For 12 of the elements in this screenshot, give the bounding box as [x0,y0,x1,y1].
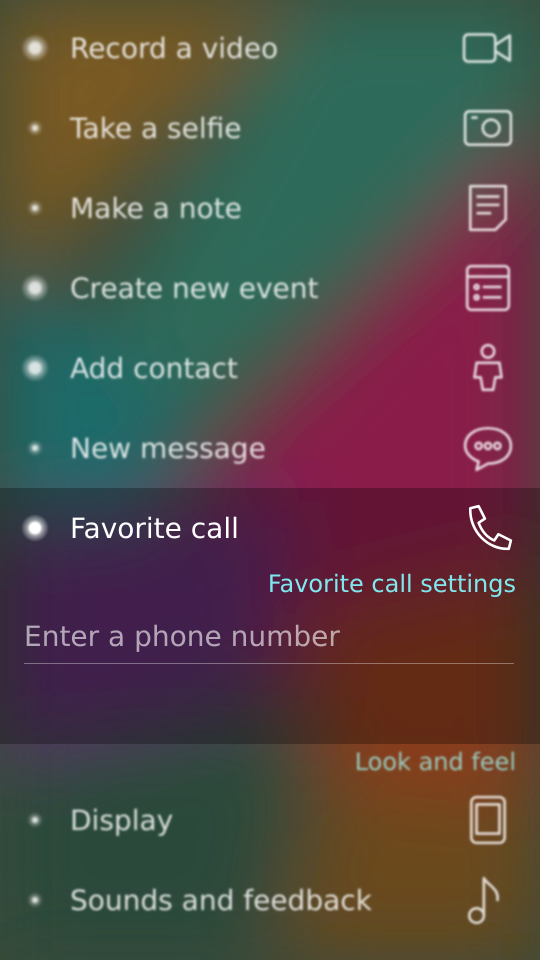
shortcut-label[interactable]: Make a note [70,192,462,224]
settings-label[interactable]: Sounds and feedback [70,884,462,916]
shortcut-label[interactable]: Add contact [70,352,462,384]
settings-label[interactable]: Display [70,804,462,836]
settings-link[interactable]: Favorite call settings [268,570,516,598]
section-header: Look and feel [354,747,517,778]
shortcut-label[interactable]: Favorite call [70,512,462,544]
shortcut-label[interactable]: Take a selfie [70,112,462,144]
shortcut-label[interactable]: Record a video [70,32,462,64]
shortcut-label[interactable]: Create new event [70,272,462,304]
shortcut-label[interactable]: New message [70,432,462,464]
phone-number-field[interactable]: Enter a phone number [24,616,514,664]
